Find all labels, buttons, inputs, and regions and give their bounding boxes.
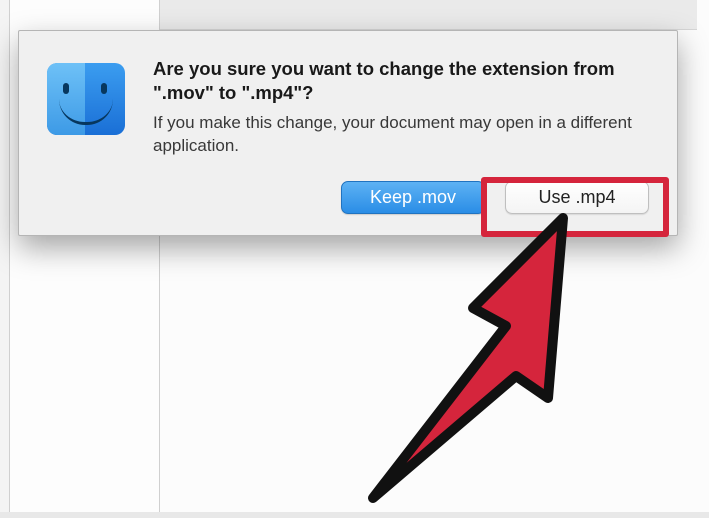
dialog-heading: Are you sure you want to change the exte… <box>153 57 649 104</box>
use-mp4-button[interactable]: Use .mp4 <box>505 181 649 214</box>
dialog-body: Are you sure you want to change the exte… <box>153 57 649 213</box>
extension-change-dialog: Are you sure you want to change the exte… <box>18 30 678 236</box>
dialog-message: If you make this change, your document m… <box>153 112 649 157</box>
finder-column-header <box>160 0 697 30</box>
window-sidebar-edge <box>0 0 10 512</box>
keep-mov-button[interactable]: Keep .mov <box>341 181 485 214</box>
finder-icon <box>47 63 127 143</box>
dialog-button-row: Keep .mov Use .mp4 <box>153 181 649 214</box>
